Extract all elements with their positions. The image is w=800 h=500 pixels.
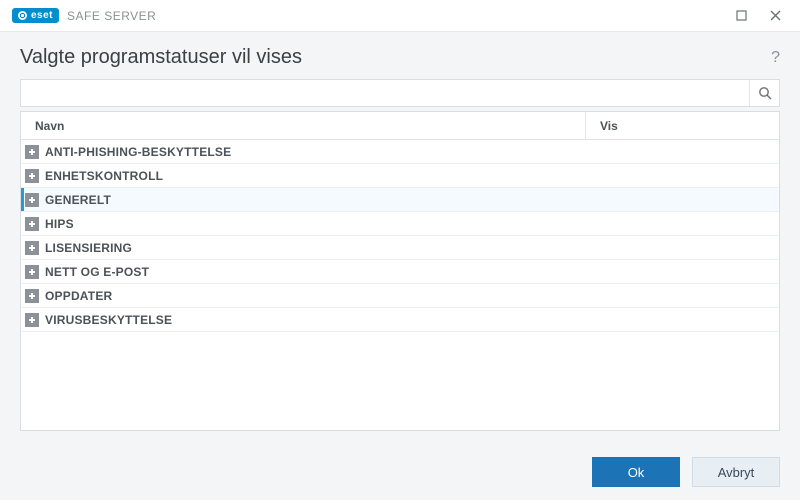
titlebar: eset SAFE SERVER <box>0 0 800 32</box>
page-header: Valgte programstatuser vil vises ? <box>0 32 800 79</box>
row-label: ANTI-PHISHING-BESKYTTELSE <box>45 145 231 159</box>
brand: eset SAFE SERVER <box>12 8 156 23</box>
help-icon[interactable]: ? <box>771 49 780 67</box>
expand-icon[interactable] <box>25 265 39 279</box>
column-header-name[interactable]: Navn <box>21 112 586 139</box>
brand-eye-icon <box>18 11 27 20</box>
table-row[interactable]: OPPDATER <box>21 284 779 308</box>
table-row[interactable]: VIRUSBESKYTTELSE <box>21 308 779 332</box>
expand-icon[interactable] <box>25 145 39 159</box>
table-header: Navn Vis <box>21 112 779 140</box>
brand-badge: eset <box>12 8 59 23</box>
window-maximize-button[interactable] <box>724 3 758 29</box>
window-close-button[interactable] <box>758 3 792 29</box>
dialog-footer: Ok Avbryt <box>0 444 800 500</box>
expand-icon[interactable] <box>25 289 39 303</box>
search-row <box>20 79 780 107</box>
content-area: Navn Vis ANTI-PHISHING-BESKYTTELSE ENHETS… <box>0 79 800 431</box>
table-row[interactable]: HIPS <box>21 212 779 236</box>
search-button[interactable] <box>749 80 779 106</box>
expand-icon[interactable] <box>25 217 39 231</box>
table-row[interactable]: NETT OG E-POST <box>21 260 779 284</box>
table-row[interactable]: GENERELT <box>21 188 779 212</box>
table-row[interactable]: ENHETSKONTROLL <box>21 164 779 188</box>
row-label: HIPS <box>45 217 74 231</box>
table-row[interactable]: LISENSIERING <box>21 236 779 260</box>
search-icon <box>758 86 772 100</box>
table-body: ANTI-PHISHING-BESKYTTELSE ENHETSKONTROLL G… <box>21 140 779 430</box>
expand-icon[interactable] <box>25 313 39 327</box>
ok-button[interactable]: Ok <box>592 457 680 487</box>
brand-badge-text: eset <box>31 10 53 21</box>
row-label: NETT OG E-POST <box>45 265 149 279</box>
search-input[interactable] <box>21 80 749 106</box>
brand-product-name: SAFE SERVER <box>67 9 156 23</box>
page-title: Valgte programstatuser vil vises <box>20 46 771 69</box>
column-header-vis[interactable]: Vis <box>586 112 779 139</box>
row-label: ENHETSKONTROLL <box>45 169 163 183</box>
row-label: GENERELT <box>45 193 111 207</box>
cancel-button[interactable]: Avbryt <box>692 457 780 487</box>
table-row[interactable]: ANTI-PHISHING-BESKYTTELSE <box>21 140 779 164</box>
expand-icon[interactable] <box>25 193 39 207</box>
expand-icon[interactable] <box>25 169 39 183</box>
status-table: Navn Vis ANTI-PHISHING-BESKYTTELSE ENHETS… <box>20 111 780 431</box>
row-label: VIRUSBESKYTTELSE <box>45 313 172 327</box>
row-label: LISENSIERING <box>45 241 132 255</box>
row-label: OPPDATER <box>45 289 112 303</box>
expand-icon[interactable] <box>25 241 39 255</box>
